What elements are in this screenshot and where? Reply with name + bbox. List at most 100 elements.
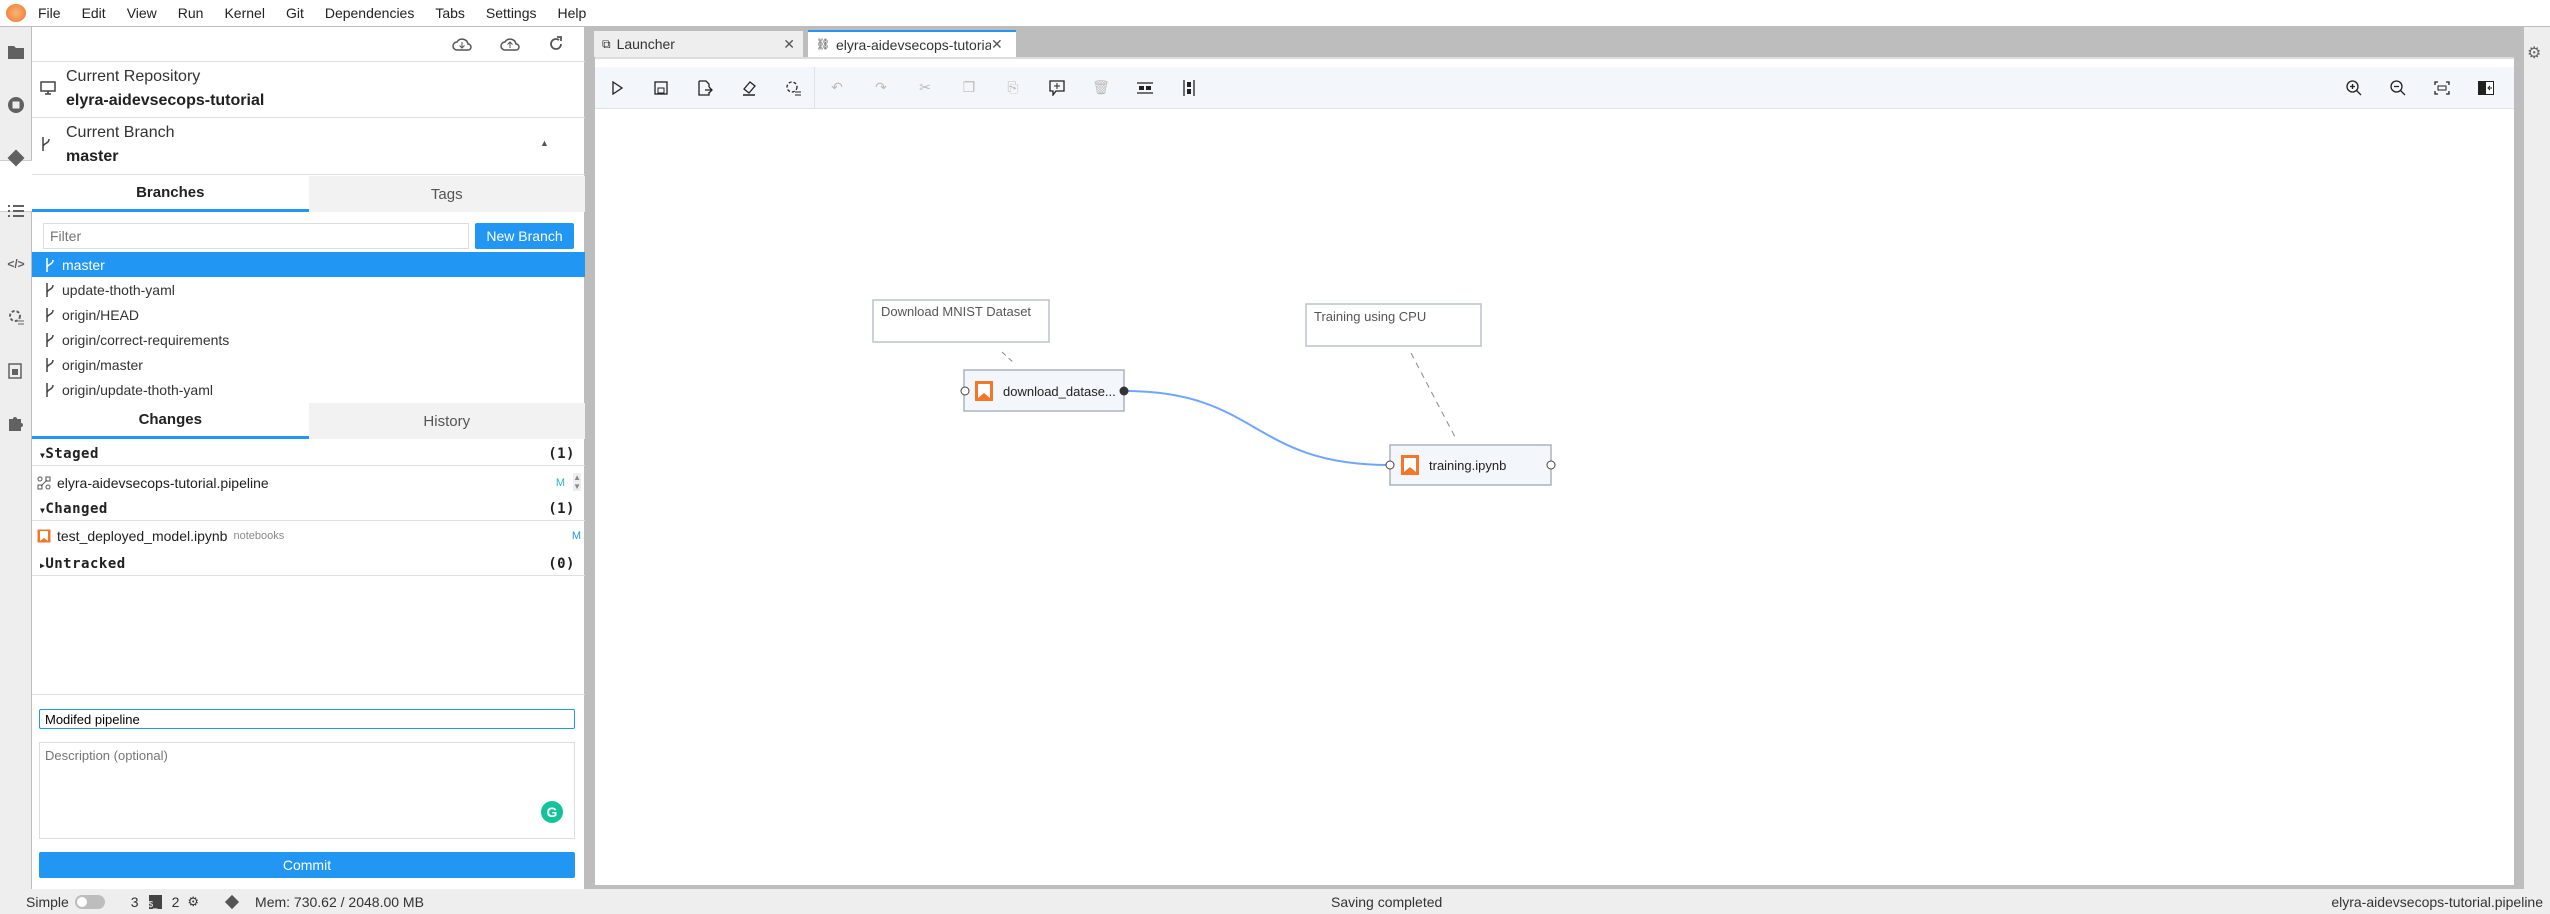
close-icon[interactable]: ✕ <box>990 36 1003 53</box>
scroll-arrows-icon[interactable]: ▲ ▼ <box>573 473 581 491</box>
menu-run[interactable]: Run <box>178 5 204 21</box>
comment-text: Download MNIST Dataset <box>881 304 1031 319</box>
tab-launcher[interactable]: ⧉ Launcher ✕ <box>594 31 803 57</box>
caret-up-icon[interactable]: ▲ <box>540 138 549 148</box>
input-port[interactable] <box>1385 460 1395 470</box>
branch-item[interactable]: origin/correct-requirements <box>32 327 585 352</box>
branch-item[interactable]: origin/HEAD <box>32 302 585 327</box>
menu-file[interactable]: File <box>38 5 61 21</box>
changed-file-name: test_deployed_model.ipynb <box>57 528 228 544</box>
node-label: training.ipynb <box>1429 458 1506 473</box>
menu-settings[interactable]: Settings <box>486 5 537 21</box>
git-status-icon[interactable] <box>223 893 241 911</box>
git-icon[interactable] <box>5 147 27 169</box>
comment-training-cpu[interactable]: Training using CPU <box>1305 303 1482 347</box>
menu-git[interactable]: Git <box>286 5 304 21</box>
branch-item[interactable]: master <box>32 252 585 277</box>
tab-branches[interactable]: Branches <box>32 176 309 212</box>
branch-item[interactable]: origin/update-thoth-yaml <box>32 377 585 402</box>
launcher-icon: ⧉ <box>602 36 611 51</box>
tab-pipeline[interactable]: ⛓ elyra-aidevsecops-tutorial.pipeline ✕ <box>808 30 1016 57</box>
running-stop-icon[interactable] <box>5 94 27 116</box>
commit-summary-input[interactable] <box>39 709 575 729</box>
changed-group[interactable]: ▼Changed (1) <box>32 497 585 521</box>
input-port[interactable] <box>960 386 970 396</box>
simple-mode-toggle[interactable] <box>74 894 105 909</box>
right-activity-bar: ⚙ <box>2524 27 2550 889</box>
pipeline-editor: ↶ ↷ ✂ ❐ ⎘ 🗑 Download MNIST Dataset Train… <box>595 57 2514 885</box>
notebook-icon <box>37 529 51 543</box>
node-label: download_datase... <box>1003 384 1116 399</box>
terminal-count[interactable]: 3 <box>131 894 139 910</box>
branch-icon <box>46 332 54 347</box>
comment-link <box>1001 351 1015 364</box>
menu-edit[interactable]: Edit <box>82 5 106 21</box>
output-port[interactable] <box>1119 386 1129 396</box>
toc-list-icon[interactable] <box>5 200 27 222</box>
menu-kernel[interactable]: Kernel <box>224 5 264 21</box>
branch-name: origin/HEAD <box>62 306 140 323</box>
push-cloud-icon[interactable] <box>500 35 520 53</box>
untracked-group[interactable]: ▶Untracked (0) <box>32 552 585 576</box>
menu-help[interactable]: Help <box>558 5 587 21</box>
node-link[interactable] <box>1123 390 1391 466</box>
property-inspector-gears-icon[interactable]: ⚙ <box>2527 43 2541 63</box>
staged-file[interactable]: elyra-aidevsecops-tutorial.pipeline M ▲ ▼ <box>32 470 585 496</box>
branch-item[interactable]: origin/master <box>32 352 585 377</box>
branch-filter-input[interactable] <box>43 223 469 249</box>
left-activity-bar: </> <box>0 27 32 889</box>
close-icon[interactable]: ✕ <box>783 36 795 53</box>
branch-name: origin/correct-requirements <box>62 331 230 348</box>
terminal-icon: $_ <box>148 894 162 909</box>
current-repository[interactable]: Current Repository elyra-aidevsecops-tut… <box>32 62 585 118</box>
branch-name: origin/update-thoth-yaml <box>62 381 213 398</box>
staged-group[interactable]: ▼Staged (1) <box>32 442 585 466</box>
refresh-icon[interactable] <box>548 36 564 52</box>
current-file: elyra-aidevsecops-tutorial.pipeline <box>2331 893 2543 910</box>
changed-file-dir: notebooks <box>233 530 285 542</box>
menu-view[interactable]: View <box>127 5 157 21</box>
branch-tabs: Branches Tags <box>32 176 585 212</box>
new-branch-button[interactable]: New Branch <box>475 223 574 249</box>
pipeline-icon <box>37 476 51 490</box>
tab-tags[interactable]: Tags <box>308 176 585 212</box>
extensions-puzzle-icon[interactable] <box>5 412 27 434</box>
tab-history[interactable]: History <box>308 403 585 439</box>
comment-link <box>1410 352 1456 438</box>
commit-button[interactable]: Commit <box>39 852 575 878</box>
changed-count: (1) <box>548 500 575 517</box>
changed-file[interactable]: test_deployed_model.ipynb notebooks M <box>32 523 585 549</box>
desktop-icon <box>40 81 56 95</box>
simple-mode-label: Simple <box>26 893 69 910</box>
component-catalog-icon[interactable] <box>5 359 27 381</box>
node-download-dataset[interactable]: download_datase... <box>960 369 1129 412</box>
branch-name: update-thoth-yaml <box>62 281 175 298</box>
output-port[interactable] <box>1546 460 1556 470</box>
status-message: Saving completed <box>1331 893 1443 910</box>
menu-tabs[interactable]: Tabs <box>435 5 465 21</box>
staged-label: Staged <box>45 445 99 462</box>
code-snippets-icon[interactable]: </> <box>5 253 27 275</box>
folder-icon[interactable] <box>5 41 27 63</box>
git-toolbar <box>32 27 585 62</box>
tab-changes[interactable]: Changes <box>32 403 309 439</box>
branch-item[interactable]: update-thoth-yaml <box>32 277 585 302</box>
menu-dependencies[interactable]: Dependencies <box>325 5 415 21</box>
node-training[interactable]: training.ipynb <box>1385 444 1556 486</box>
commit-description-input[interactable] <box>39 742 575 839</box>
comment-download-mnist[interactable]: Download MNIST Dataset <box>872 299 1050 343</box>
tab-label: elyra-aidevsecops-tutorial.pipeline <box>835 36 991 53</box>
menu-bar: File Edit View Run Kernel Git Dependenci… <box>0 0 2550 27</box>
kernel-count[interactable]: 2 <box>172 894 180 910</box>
pull-cloud-icon[interactable] <box>452 35 472 53</box>
grammarly-icon[interactable]: G <box>541 801 563 823</box>
untracked-count: (0) <box>548 555 575 572</box>
branch-icon <box>46 357 54 372</box>
divider <box>32 694 585 695</box>
kernel-chip-icon: ⚙ <box>187 893 200 909</box>
runtimes-gear-icon[interactable] <box>5 306 27 328</box>
jupyter-logo-icon <box>6 4 26 22</box>
staged-count: (1) <box>548 445 575 462</box>
current-branch[interactable]: Current Branch master ▲ <box>32 118 585 175</box>
pipeline-canvas[interactable]: Download MNIST Dataset Training using CP… <box>595 59 2514 887</box>
